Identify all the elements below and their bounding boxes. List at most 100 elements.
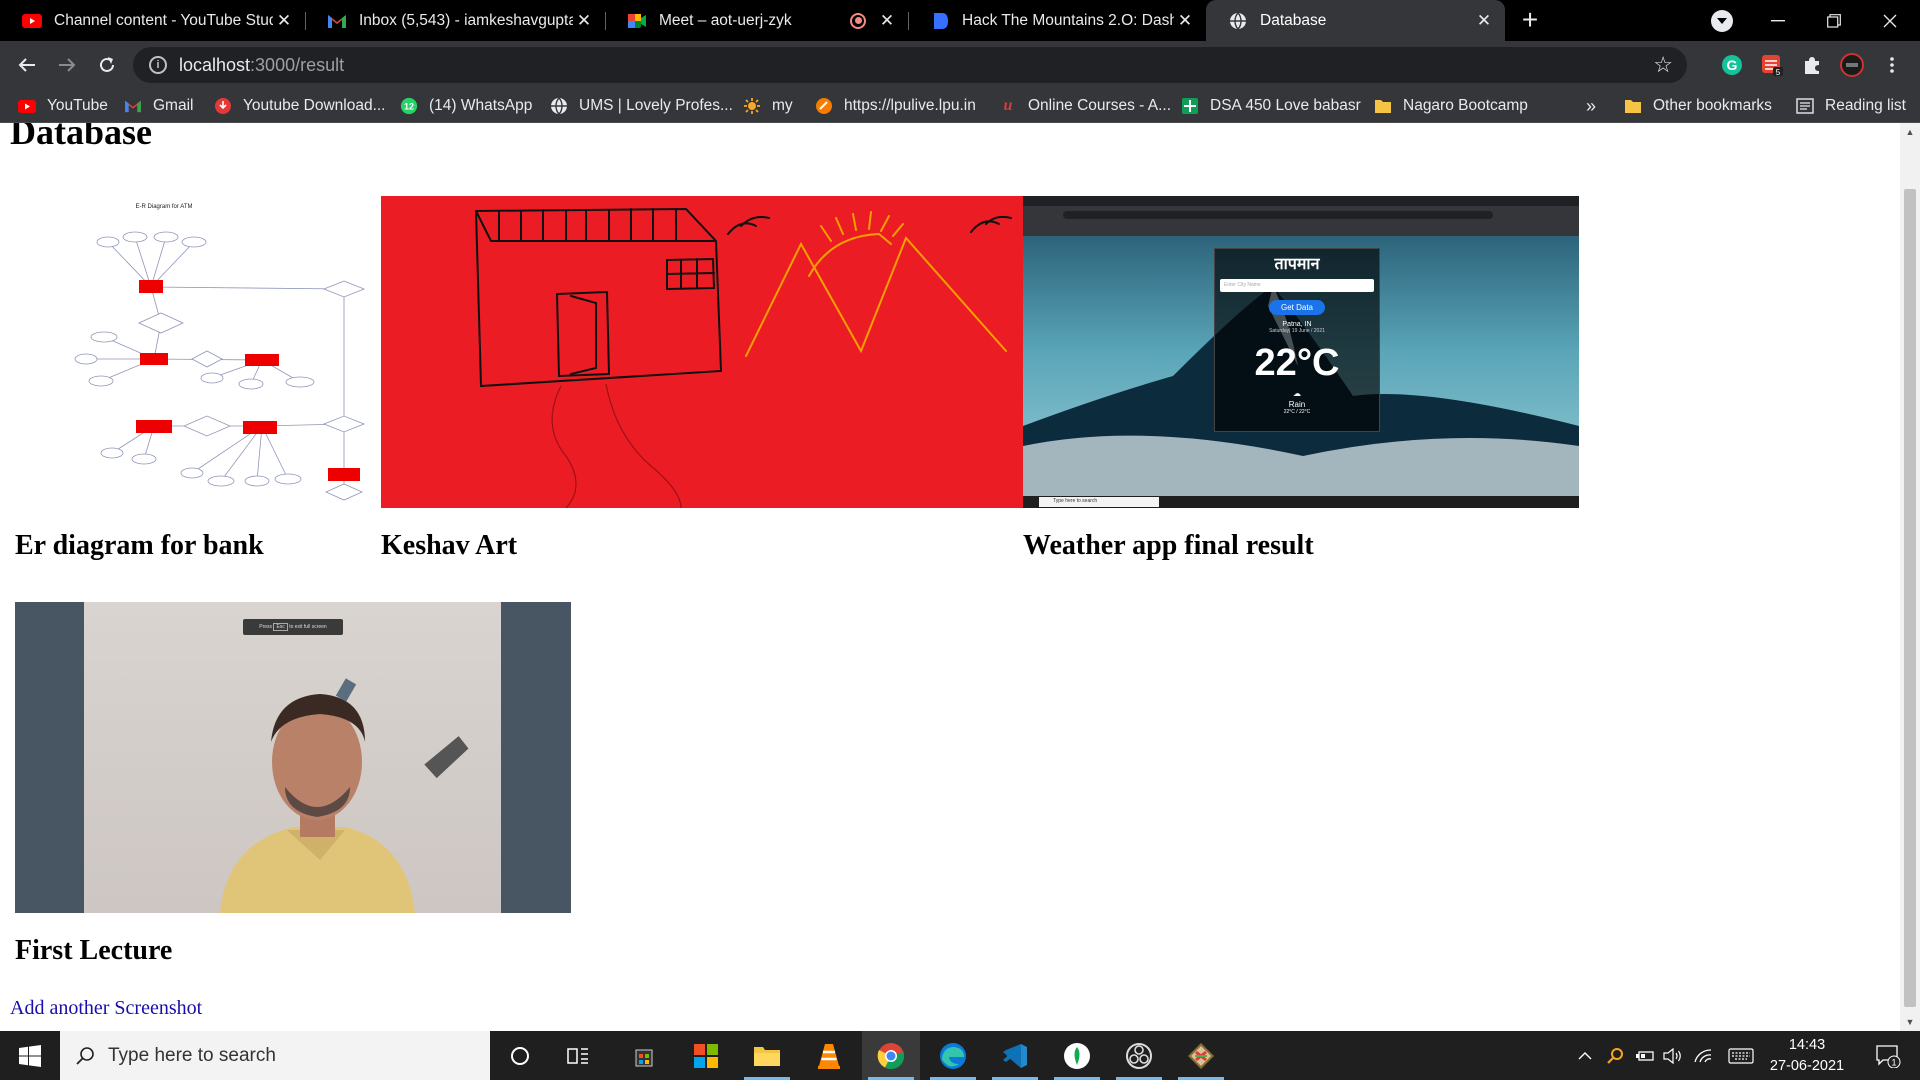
city-input: Enter City Name bbox=[1220, 279, 1374, 292]
bookmark-star-icon[interactable]: ☆ bbox=[1653, 52, 1673, 78]
notification-center-button[interactable]: 1 bbox=[1868, 1031, 1908, 1080]
bookmark-youtube-downloader[interactable]: Youtube Download... bbox=[214, 89, 385, 123]
minimize-button[interactable] bbox=[1750, 0, 1806, 41]
card-caption: First Lecture bbox=[15, 935, 173, 966]
ms-store-icon[interactable] bbox=[615, 1031, 673, 1080]
site-info-icon[interactable]: i bbox=[149, 56, 167, 74]
bookmark-online-courses[interactable]: u Online Courses - A... bbox=[999, 89, 1171, 123]
weather-date: Saturday| 19 June / 2021 bbox=[1269, 328, 1325, 334]
task-view-icon[interactable] bbox=[549, 1031, 607, 1080]
er-diagram-title: E-R Diagram for ATM bbox=[136, 204, 193, 210]
bookmark-label: Nagaro Bootcamp bbox=[1403, 97, 1528, 114]
chrome-icon[interactable] bbox=[862, 1031, 920, 1080]
bookmark-label: Youtube Download... bbox=[243, 97, 386, 114]
battery-icon[interactable] bbox=[1632, 1031, 1658, 1080]
tab-google-meet[interactable]: Meet – aot-uerj-zyk ✕ bbox=[605, 0, 908, 41]
file-explorer-icon[interactable] bbox=[738, 1031, 796, 1080]
weather-temperature: 22°C bbox=[1254, 342, 1340, 384]
bookmarks-overflow-button[interactable]: » bbox=[1586, 89, 1596, 123]
new-tab-button[interactable]: + bbox=[1517, 6, 1543, 34]
mongodb-compass-icon[interactable] bbox=[1048, 1031, 1106, 1080]
scroll-down-icon[interactable]: ▼ bbox=[1900, 1013, 1920, 1031]
start-button[interactable] bbox=[0, 1031, 60, 1080]
profile-avatar[interactable] bbox=[1840, 53, 1864, 77]
bookmark-lpulive[interactable]: https://lpulive.lpu.in bbox=[815, 89, 976, 123]
bookmark-dsa-450[interactable]: DSA 450 Love babasr bbox=[1181, 89, 1361, 123]
close-icon[interactable]: ✕ bbox=[876, 10, 898, 32]
volume-icon[interactable] bbox=[1660, 1031, 1686, 1080]
close-icon bbox=[1883, 14, 1897, 27]
close-icon[interactable]: ✕ bbox=[1174, 10, 1196, 32]
grammarly-icon[interactable]: G bbox=[1720, 53, 1744, 77]
obs-icon[interactable] bbox=[1110, 1031, 1168, 1080]
bookmark-my[interactable]: my bbox=[743, 89, 793, 123]
get-data-button: Get Data bbox=[1269, 300, 1325, 315]
microsoft-office-icon[interactable] bbox=[677, 1031, 735, 1080]
sun-icon bbox=[743, 97, 761, 115]
tab-gmail-inbox[interactable]: Inbox (5,543) - iamkeshavgupta2 ✕ bbox=[305, 0, 605, 41]
reload-button[interactable] bbox=[92, 50, 122, 80]
bookmark-nagaro-bootcamp[interactable]: Nagaro Bootcamp bbox=[1374, 89, 1528, 123]
weather-card: तापमान Enter City Name Get Data Patna, I… bbox=[1214, 248, 1380, 432]
vscode-icon[interactable] bbox=[986, 1031, 1044, 1080]
bookmark-label: my bbox=[772, 97, 793, 114]
bookmark-label: YouTube bbox=[47, 97, 108, 114]
edge-icon[interactable] bbox=[924, 1031, 982, 1080]
arrow-right-icon bbox=[59, 58, 76, 72]
close-icon[interactable]: ✕ bbox=[1473, 10, 1495, 32]
bookmark-label: DSA 450 Love babasr bbox=[1210, 97, 1361, 114]
taskbar-search-placeholder: Type here to search bbox=[108, 1044, 276, 1066]
vlc-icon[interactable] bbox=[800, 1031, 858, 1080]
close-icon[interactable]: ✕ bbox=[273, 10, 295, 32]
wifi-icon[interactable] bbox=[1690, 1031, 1716, 1080]
search-key-icon[interactable] bbox=[1602, 1031, 1628, 1080]
page-title: Database bbox=[10, 123, 152, 152]
lpu-live-icon bbox=[815, 97, 833, 115]
cortana-icon[interactable] bbox=[491, 1031, 549, 1080]
restore-button[interactable] bbox=[1806, 0, 1862, 41]
close-window-button[interactable] bbox=[1862, 0, 1918, 41]
bookmark-whatsapp[interactable]: 12 (14) WhatsApp bbox=[400, 89, 532, 123]
forward-button[interactable] bbox=[52, 50, 82, 80]
back-button[interactable] bbox=[12, 50, 42, 80]
clock-time: 14:43 bbox=[1788, 1037, 1826, 1053]
bookmark-ums-lpu[interactable]: UMS | Lovely Profes... bbox=[550, 89, 733, 123]
taskbar-search-box[interactable]: Type here to search bbox=[60, 1031, 490, 1080]
tab-search-button[interactable] bbox=[1711, 10, 1733, 32]
taskbar-clock[interactable]: 14:43 27-06-2021 bbox=[1752, 1035, 1862, 1077]
close-icon[interactable]: ✕ bbox=[573, 10, 595, 32]
folder-icon bbox=[1374, 97, 1392, 115]
bookmark-gmail[interactable]: Gmail bbox=[124, 89, 193, 123]
bookmark-label: UMS | Lovely Profes... bbox=[579, 97, 733, 114]
weather-condition: Rain bbox=[1288, 400, 1306, 409]
tab-title: Inbox (5,543) - iamkeshavgupta2 bbox=[359, 11, 573, 29]
page-scrollbar[interactable]: ▲ ▼ bbox=[1900, 123, 1920, 1031]
tab-database[interactable]: Database ✕ bbox=[1206, 0, 1505, 41]
extensions-puzzle-icon[interactable] bbox=[1800, 53, 1824, 77]
tab-title: Hack The Mountains 2.O: Dashboard bbox=[962, 11, 1174, 29]
sheets-icon bbox=[1181, 97, 1199, 115]
udemy-icon: u bbox=[1003, 97, 1013, 114]
scrollbar-thumb[interactable] bbox=[1904, 189, 1916, 1007]
other-bookmarks-folder[interactable]: Other bookmarks bbox=[1624, 89, 1772, 123]
globe-icon bbox=[550, 97, 568, 115]
bookmark-label: Online Courses - A... bbox=[1028, 97, 1172, 114]
hackathon-icon bbox=[930, 11, 950, 31]
bookmark-youtube[interactable]: YouTube bbox=[18, 89, 108, 123]
lecture-thumbnail: Press Esc to exit full screen bbox=[15, 602, 571, 913]
git-gui-icon[interactable] bbox=[1172, 1031, 1230, 1080]
tab-hack-the-mountains[interactable]: Hack The Mountains 2.O: Dashboard ✕ bbox=[908, 0, 1206, 41]
youtube-icon bbox=[18, 97, 36, 115]
add-screenshot-link[interactable]: Add another Screenshot bbox=[10, 997, 202, 1020]
card-caption: Weather app final result bbox=[1023, 530, 1314, 561]
notification-icon: 1 bbox=[1876, 1044, 1901, 1068]
clock-date: 27-06-2021 bbox=[1769, 1058, 1845, 1074]
reading-list-button[interactable]: Reading list bbox=[1796, 89, 1906, 123]
chevron-up-icon[interactable] bbox=[1572, 1031, 1598, 1080]
tab-youtube-studio[interactable]: Channel content - YouTube Studio ✕ bbox=[0, 0, 305, 41]
todoist-extension-icon[interactable]: 5 bbox=[1760, 53, 1784, 77]
browser-menu-icon[interactable] bbox=[1880, 53, 1904, 77]
address-bar[interactable]: i localhost:3000/result ☆ bbox=[133, 47, 1687, 83]
page-content: Database E-R Diagram for ATM तापमान Ente… bbox=[0, 123, 1900, 1031]
scroll-up-icon[interactable]: ▲ bbox=[1900, 123, 1920, 141]
